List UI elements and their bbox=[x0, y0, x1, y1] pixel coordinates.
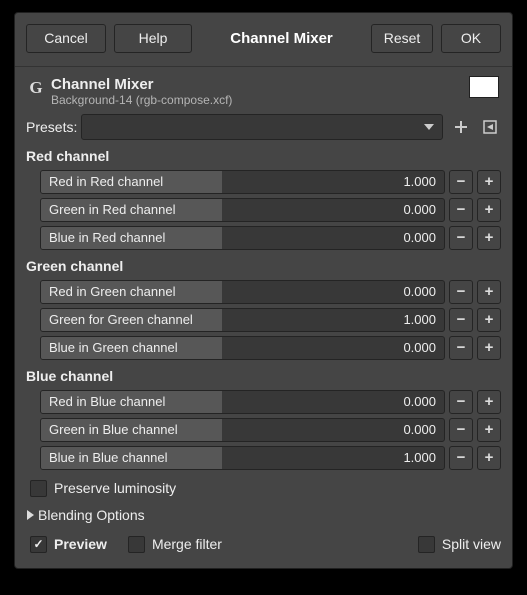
color-swatch[interactable] bbox=[469, 76, 499, 98]
slider-name: Blue in Blue channel bbox=[49, 447, 168, 469]
green-channel-section-title: Green channel bbox=[26, 256, 501, 276]
slider-name: Blue in Green channel bbox=[49, 337, 178, 359]
slider-value: 0.000 bbox=[403, 281, 436, 303]
blue-inc-1[interactable]: + bbox=[477, 418, 501, 442]
green-slider-0[interactable]: Red in Green channel 0.000 bbox=[40, 280, 445, 304]
merge-filter-label: Merge filter bbox=[152, 536, 222, 552]
chevron-down-icon bbox=[424, 124, 434, 130]
blue-dec-0[interactable]: − bbox=[449, 390, 473, 414]
red-dec-2[interactable]: − bbox=[449, 226, 473, 250]
green-dec-2[interactable]: − bbox=[449, 336, 473, 360]
red-row-0: Red in Red channel 1.000−+ bbox=[40, 169, 501, 194]
help-button[interactable]: Help bbox=[114, 24, 192, 53]
slider-name: Blue in Red channel bbox=[49, 227, 165, 249]
slider-value: 1.000 bbox=[403, 171, 436, 193]
dialog-bar-title: Channel Mixer bbox=[230, 30, 333, 47]
channel-mixer-dialog: Cancel Help Channel Mixer Reset OK G Cha… bbox=[14, 12, 513, 569]
split-view-checkbox[interactable] bbox=[418, 536, 435, 553]
green-dec-0[interactable]: − bbox=[449, 280, 473, 304]
slider-value: 0.000 bbox=[403, 391, 436, 413]
preserve-luminosity-label: Preserve luminosity bbox=[54, 480, 176, 496]
action-button-bar: Cancel Help Channel Mixer Reset OK bbox=[15, 13, 512, 67]
red-dec-0[interactable]: − bbox=[449, 170, 473, 194]
blue-channel-section-title: Blue channel bbox=[26, 366, 501, 386]
red-slider-0[interactable]: Red in Red channel 1.000 bbox=[40, 170, 445, 194]
cancel-button[interactable]: Cancel bbox=[26, 24, 106, 53]
blending-options-expander[interactable]: Blending Options bbox=[26, 504, 501, 526]
red-inc-0[interactable]: + bbox=[477, 170, 501, 194]
green-slider-1[interactable]: Green for Green channel 1.000 bbox=[40, 308, 445, 332]
blue-slider-1[interactable]: Green in Blue channel 0.000 bbox=[40, 418, 445, 442]
blue-row-1: Green in Blue channel 0.000−+ bbox=[40, 417, 501, 442]
slider-name: Red in Red channel bbox=[49, 171, 163, 193]
red-slider-1[interactable]: Green in Red channel 0.000 bbox=[40, 198, 445, 222]
merge-filter-checkbox[interactable] bbox=[128, 536, 145, 553]
red-channel-section-title: Red channel bbox=[26, 146, 501, 166]
presets-label: Presets: bbox=[26, 119, 81, 135]
dialog-header: G Channel Mixer Background-14 (rgb-compo… bbox=[15, 67, 512, 110]
slider-value: 1.000 bbox=[403, 447, 436, 469]
preset-add-button[interactable] bbox=[449, 115, 472, 138]
blue-dec-1[interactable]: − bbox=[449, 418, 473, 442]
slider-value: 1.000 bbox=[403, 309, 436, 331]
reset-button[interactable]: Reset bbox=[371, 24, 433, 53]
blending-options-label: Blending Options bbox=[38, 507, 145, 523]
green-row-0: Red in Green channel 0.000−+ bbox=[40, 279, 501, 304]
triangle-right-icon bbox=[27, 510, 34, 520]
blue-inc-0[interactable]: + bbox=[477, 390, 501, 414]
blue-row-2: Blue in Blue channel 1.000−+ bbox=[40, 445, 501, 470]
blue-dec-2[interactable]: − bbox=[449, 446, 473, 470]
preview-checkbox[interactable] bbox=[30, 536, 47, 553]
preset-menu-button[interactable] bbox=[478, 115, 501, 138]
dialog-title: Channel Mixer bbox=[51, 76, 232, 93]
red-inc-2[interactable]: + bbox=[477, 226, 501, 250]
blue-inc-2[interactable]: + bbox=[477, 446, 501, 470]
green-inc-0[interactable]: + bbox=[477, 280, 501, 304]
slider-value: 0.000 bbox=[403, 199, 436, 221]
slider-name: Green for Green channel bbox=[49, 309, 193, 331]
green-inc-2[interactable]: + bbox=[477, 336, 501, 360]
red-inc-1[interactable]: + bbox=[477, 198, 501, 222]
slider-value: 0.000 bbox=[403, 227, 436, 249]
split-view-label: Split view bbox=[442, 536, 501, 552]
dialog-subtitle: Background-14 (rgb-compose.xcf) bbox=[51, 93, 232, 107]
red-row-2: Blue in Red channel 0.000−+ bbox=[40, 225, 501, 250]
red-row-1: Green in Red channel 0.000−+ bbox=[40, 197, 501, 222]
slider-name: Red in Blue channel bbox=[49, 391, 165, 413]
slider-value: 0.000 bbox=[403, 419, 436, 441]
slider-name: Red in Green channel bbox=[49, 281, 175, 303]
gimp-icon: G bbox=[25, 78, 47, 98]
blue-slider-0[interactable]: Red in Blue channel 0.000 bbox=[40, 390, 445, 414]
red-slider-2[interactable]: Blue in Red channel 0.000 bbox=[40, 226, 445, 250]
slider-value: 0.000 bbox=[403, 337, 436, 359]
slider-name: Green in Blue channel bbox=[49, 419, 178, 441]
green-dec-1[interactable]: − bbox=[449, 308, 473, 332]
preserve-luminosity-checkbox[interactable] bbox=[30, 480, 47, 497]
red-dec-1[interactable]: − bbox=[449, 198, 473, 222]
preview-label: Preview bbox=[54, 536, 107, 552]
ok-button[interactable]: OK bbox=[441, 24, 501, 53]
blue-row-0: Red in Blue channel 0.000−+ bbox=[40, 389, 501, 414]
green-slider-2[interactable]: Blue in Green channel 0.000 bbox=[40, 336, 445, 360]
presets-dropdown[interactable] bbox=[81, 114, 443, 140]
green-row-2: Blue in Green channel 0.000−+ bbox=[40, 335, 501, 360]
slider-name: Green in Red channel bbox=[49, 199, 175, 221]
blue-slider-2[interactable]: Blue in Blue channel 1.000 bbox=[40, 446, 445, 470]
green-row-1: Green for Green channel 1.000−+ bbox=[40, 307, 501, 332]
green-inc-1[interactable]: + bbox=[477, 308, 501, 332]
